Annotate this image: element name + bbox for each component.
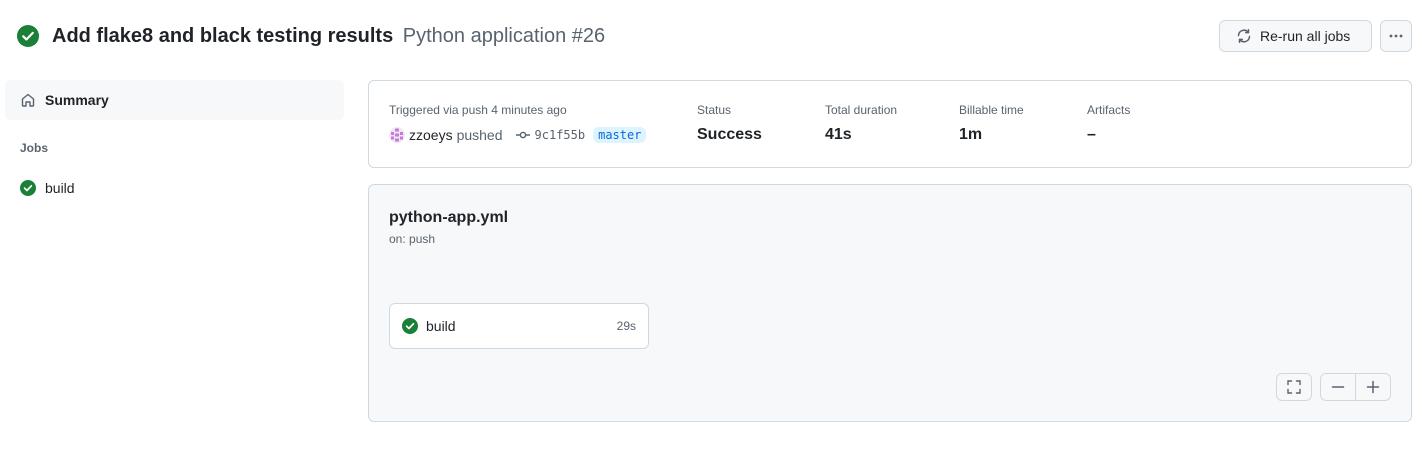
zoom-controls xyxy=(1320,373,1391,401)
stat-label: Status xyxy=(697,103,732,117)
push-info: zzoeys pushed 9c1f55b master xyxy=(389,127,647,143)
kebab-horizontal-icon xyxy=(1388,28,1404,44)
fit-to-screen-button[interactable] xyxy=(1276,373,1312,401)
stat-value[interactable]: 41s xyxy=(825,126,897,144)
rerun-label: Re-run all jobs xyxy=(1260,28,1351,44)
commit-sha: 9c1f55b xyxy=(534,128,586,142)
zoom-out-button[interactable] xyxy=(1321,374,1355,400)
sync-icon xyxy=(1236,28,1252,44)
actor-link[interactable]: zzoeys xyxy=(409,127,453,143)
branch-badge[interactable]: master xyxy=(593,127,647,143)
status-stat: Status Success xyxy=(697,103,762,144)
workflow-run-name[interactable]: Python application #26 xyxy=(403,25,605,47)
jobs-heading: Jobs xyxy=(20,141,49,155)
sidebar-item-build[interactable]: build xyxy=(5,172,344,204)
check-circle-fill-icon xyxy=(17,25,39,47)
sidebar-item-summary[interactable]: Summary xyxy=(5,80,344,120)
sidebar-item-label: Summary xyxy=(45,92,109,108)
stat-label: Total duration xyxy=(825,103,898,117)
run-title: Add flake8 and black testing results xyxy=(52,25,394,47)
home-icon xyxy=(20,92,36,108)
git-commit-icon xyxy=(515,127,531,143)
check-circle-fill-icon xyxy=(402,318,418,334)
total-duration-stat: Total duration 41s xyxy=(825,103,897,144)
check-circle-fill-icon xyxy=(20,180,36,196)
stat-value[interactable]: 1m xyxy=(959,126,1024,144)
stat-value: Success xyxy=(697,126,762,143)
screen-full-icon xyxy=(1287,380,1301,394)
zoom-in-button[interactable] xyxy=(1355,374,1390,400)
rerun-all-jobs-button[interactable]: Re-run all jobs xyxy=(1219,20,1372,52)
push-action: pushed xyxy=(456,127,503,143)
workflow-file-name: python-app.yml xyxy=(389,209,509,226)
sidebar-item-label: build xyxy=(45,180,75,196)
run-summary-card: Triggered via push 4 minutes ago zzoeys … xyxy=(368,80,1412,168)
commit-link[interactable]: 9c1f55b xyxy=(515,127,586,143)
job-node-build[interactable]: build 29s xyxy=(389,303,649,349)
more-options-button[interactable] xyxy=(1380,20,1412,52)
stat-value: – xyxy=(1087,126,1096,143)
job-name: build xyxy=(426,318,456,334)
job-duration: 29s xyxy=(616,319,636,333)
run-header: Add flake8 and black testing results Pyt… xyxy=(0,0,1422,72)
plus-icon xyxy=(1366,380,1380,394)
trigger-info: Triggered via push 4 minutes ago xyxy=(389,103,567,117)
dash-icon xyxy=(1331,380,1345,394)
avatar[interactable] xyxy=(389,127,405,143)
workflow-graph: python-app.yml on: push build 29s xyxy=(368,184,1412,422)
page-title: Add flake8 and black testing results Pyt… xyxy=(52,23,605,49)
stat-label: Billable time xyxy=(959,103,1024,117)
artifacts-stat: Artifacts – xyxy=(1087,103,1130,144)
billable-time-stat: Billable time 1m xyxy=(959,103,1024,144)
stat-label: Artifacts xyxy=(1087,103,1131,117)
workflow-trigger: on: push xyxy=(389,232,436,246)
